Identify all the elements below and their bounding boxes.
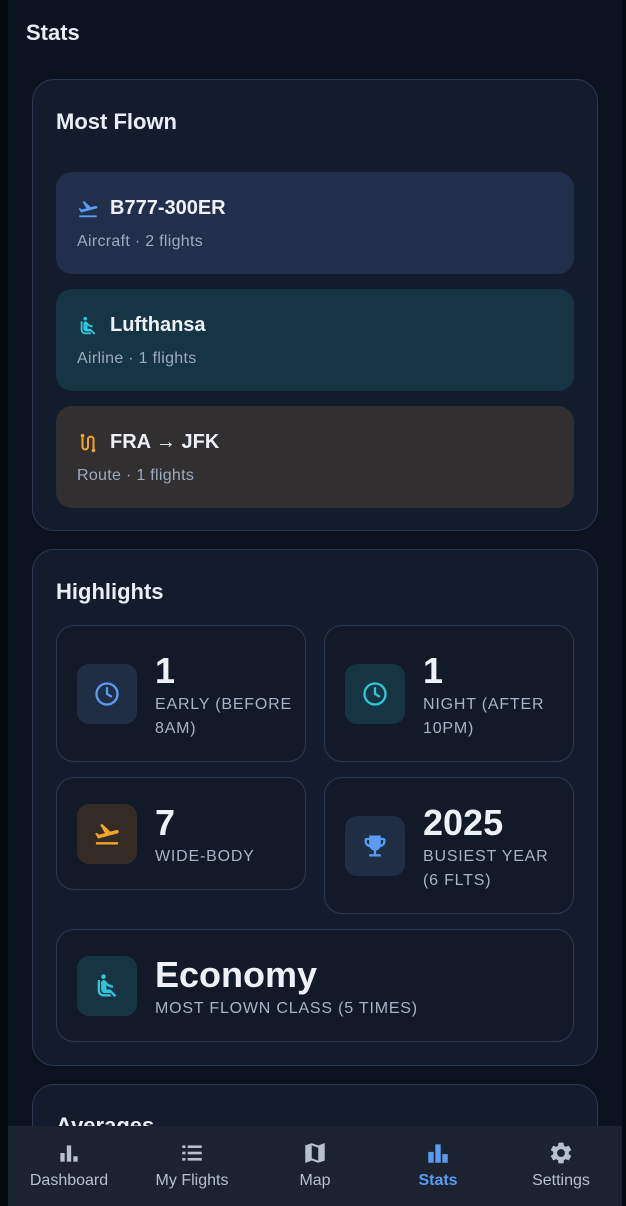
stats-icon <box>428 1144 448 1163</box>
route-name: FRA → JFK <box>110 431 220 453</box>
plane-takeoff-icon <box>78 201 98 218</box>
highlight-busiest-year[interactable]: 2025 BUSIEST YEAR (6 FLTS) <box>324 777 574 914</box>
highlight-night[interactable]: 1 NIGHT (AFTER 10PM) <box>324 625 574 762</box>
most-flown-airline[interactable]: Lufthansa Airline · 1 flights <box>56 289 574 391</box>
nav-stats-label: Stats <box>418 1172 458 1189</box>
aircraft-subtitle: Aircraft · 2 flights <box>77 233 204 250</box>
nav-settings-label: Settings <box>532 1172 590 1189</box>
widebody-label: WIDE-BODY <box>155 848 255 865</box>
busiest-year-label: BUSIEST YEAR (6 FLTS) <box>423 848 549 889</box>
highlights-title: Highlights <box>56 579 164 604</box>
night-label: NIGHT (AFTER 10PM) <box>423 696 545 737</box>
nav-my-flights-label: My Flights <box>155 1172 229 1189</box>
gear-icon <box>550 1142 572 1164</box>
airline-name: Lufthansa <box>110 314 206 336</box>
nav-dashboard-label: Dashboard <box>29 1172 109 1189</box>
seat-icon <box>80 316 96 335</box>
route-subtitle: Route · 1 flights <box>77 467 195 484</box>
nav-stats[interactable]: Stats <box>377 1126 499 1206</box>
most-flown-title: Most Flown <box>56 109 177 134</box>
window-edge-right <box>622 0 626 1206</box>
highlight-widebody[interactable]: 7 WIDE-BODY <box>56 777 306 890</box>
bottom-nav: Dashboard My Flights Map Stats Settings <box>8 1126 622 1206</box>
most-flown-aircraft[interactable]: B777-300ER Aircraft · 2 flights <box>56 172 574 274</box>
early-value: 1 <box>155 650 176 691</box>
highlight-class[interactable]: Economy MOST FLOWN CLASS (5 TIMES) <box>56 929 574 1042</box>
map-icon <box>305 1143 325 1163</box>
busiest-year-value: 2025 <box>423 802 504 843</box>
clock-icon <box>77 664 137 724</box>
trophy-icon <box>345 816 405 876</box>
page-title: Stats <box>26 20 80 45</box>
most-flown-card: Most Flown B777-300ER Aircraft · 2 fligh… <box>32 79 598 531</box>
class-label: MOST FLOWN CLASS (5 TIMES) <box>155 1000 418 1017</box>
class-value: Economy <box>155 954 318 995</box>
nav-settings[interactable]: Settings <box>500 1126 622 1206</box>
window-edge-left <box>0 0 8 1206</box>
highlight-early[interactable]: 1 EARLY (BEFORE 8AM) <box>56 625 306 762</box>
nav-dashboard[interactable]: Dashboard <box>8 1126 130 1206</box>
nav-map[interactable]: Map <box>254 1126 376 1206</box>
bar-chart-icon <box>60 1145 78 1162</box>
night-value: 1 <box>423 650 444 691</box>
route-icon <box>80 433 96 453</box>
clock-icon <box>345 664 405 724</box>
nav-my-flights[interactable]: My Flights <box>131 1126 253 1206</box>
seat-icon <box>77 956 137 1016</box>
aircraft-name: B777-300ER <box>110 197 226 219</box>
nav-map-label: Map <box>299 1172 331 1189</box>
list-icon <box>182 1145 202 1161</box>
plane-takeoff-icon <box>77 804 137 864</box>
early-label: EARLY (BEFORE 8AM) <box>155 696 292 737</box>
widebody-value: 7 <box>155 802 176 843</box>
airline-subtitle: Airline · 1 flights <box>77 350 197 367</box>
most-flown-route[interactable]: FRA → JFK Route · 1 flights <box>56 406 574 508</box>
highlights-card: Highlights 1 EARLY (BEFORE 8AM) 1 NIGHT … <box>32 549 598 1066</box>
